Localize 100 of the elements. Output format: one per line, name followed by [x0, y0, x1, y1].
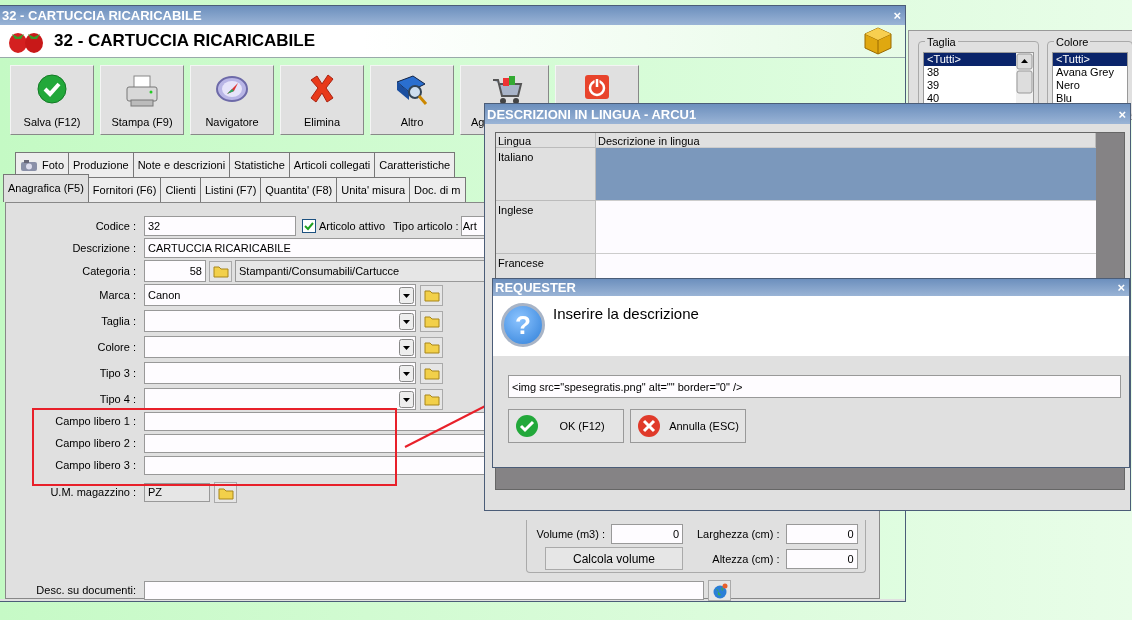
dropdown-field[interactable]: [144, 362, 416, 384]
compass-icon: [215, 74, 249, 104]
list-item[interactable]: <Tutti>: [924, 53, 1017, 66]
book-search-icon: [395, 74, 429, 106]
field-label: Tipo 4 :: [98, 391, 136, 407]
toolbar-button[interactable]: Elimina: [280, 65, 364, 135]
power-icon: [584, 74, 610, 100]
checkbox[interactable]: [302, 219, 316, 233]
folder-button[interactable]: [420, 388, 443, 410]
input-field[interactable]: <img src="spesegratis.png" alt="" border="0" />: [508, 375, 1121, 398]
help-icon: ?: [501, 303, 545, 347]
folder-button[interactable]: [214, 482, 237, 503]
input-field[interactable]: 58: [144, 260, 206, 282]
tab[interactable]: Produzione: [69, 152, 134, 177]
tab[interactable]: Doc. di m: [410, 177, 466, 202]
tab[interactable]: Caratteristiche: [375, 152, 456, 177]
folder-button[interactable]: [420, 284, 443, 306]
folder-button[interactable]: [209, 260, 232, 282]
folder-icon: [212, 264, 229, 278]
input-field[interactable]: 0: [611, 524, 683, 544]
tab[interactable]: Articoli collegati: [289, 152, 376, 177]
field-label: Tipo articolo :: [393, 218, 459, 234]
cube-icon: [863, 26, 893, 56]
table-cell[interactable]: [596, 201, 1096, 254]
table-cell: Inglese: [496, 201, 596, 254]
window-title: REQUESTER: [495, 279, 576, 297]
window-title: 32 - CARTUCCIA RICARICABILE: [2, 7, 202, 25]
list-item[interactable]: <Tutti>: [1053, 53, 1127, 66]
input-field[interactable]: 0: [785, 549, 858, 569]
folder-icon: [423, 288, 440, 302]
header-title: 32 - CARTUCCIA RICARICABILE: [54, 30, 315, 53]
column-header: Descrizione in lingua: [596, 133, 1096, 148]
field-label: Descrizione :: [71, 240, 136, 256]
toolbar-button[interactable]: Navigatore: [190, 65, 274, 135]
toolbar-button[interactable]: Salva (F12): [10, 65, 94, 135]
field-label: Colore :: [96, 339, 136, 355]
input-field[interactable]: [144, 581, 704, 600]
field-label: Taglia :: [100, 313, 136, 329]
checkbox-label: Articolo attivo: [319, 218, 386, 234]
folder-button[interactable]: [420, 310, 443, 332]
globe-icon: [711, 582, 728, 599]
input-field[interactable]: 32: [144, 216, 296, 236]
dialog-button[interactable]: Annulla (ESC): [630, 409, 746, 443]
dropdown-field[interactable]: [144, 336, 416, 358]
caret-icon: [399, 338, 414, 356]
folder-icon: [423, 340, 440, 354]
list-item[interactable]: Blu: [1053, 92, 1127, 105]
message: Inserire la descrizione: [553, 304, 699, 324]
tab[interactable]: Anagrafica (F5): [3, 174, 89, 202]
field-label: Volume (m3) :: [536, 526, 605, 542]
tab[interactable]: Unita' misura: [337, 177, 411, 202]
list-item[interactable]: 40: [924, 92, 1017, 105]
check-icon: [515, 414, 539, 438]
field-label: Tipo 3 :: [98, 365, 136, 381]
field-label: Larghezza (cm) :: [697, 526, 780, 542]
field-label: Campo libero 1 :: [54, 414, 136, 430]
folder-button[interactable]: [420, 336, 443, 358]
folder-icon: [423, 366, 440, 380]
caret-icon: [399, 364, 414, 382]
list-item[interactable]: Avana Grey: [1053, 66, 1127, 79]
field-label: Desc. su documenti:: [35, 583, 136, 599]
dialog-button[interactable]: OK (F12): [508, 409, 624, 443]
tab[interactable]: Fornitori (F6): [88, 177, 162, 202]
list-item[interactable]: 38: [924, 66, 1017, 79]
folder-icon: [423, 314, 440, 328]
dropdown-field[interactable]: [144, 388, 416, 410]
list-item[interactable]: Nero: [1053, 79, 1127, 92]
field-label: U.M. magazzino :: [49, 485, 136, 501]
field-label: Codice :: [94, 218, 136, 234]
dropdown-field[interactable]: [144, 310, 416, 332]
check-icon: [37, 74, 67, 104]
tab[interactable]: Note e descrizioni: [133, 152, 231, 177]
field-label: Campo libero 2 :: [54, 436, 136, 452]
input-field[interactable]: 0: [785, 524, 858, 544]
calculate-button[interactable]: Calcola volume: [545, 547, 683, 570]
toolbar-button[interactable]: Stampa (F9): [100, 65, 184, 135]
table-cell[interactable]: [596, 148, 1096, 201]
tab[interactable]: Statistiche: [230, 152, 290, 177]
field-label: Altezza (cm) :: [712, 551, 780, 567]
tab[interactable]: Clienti: [161, 177, 201, 202]
printer-icon: [124, 74, 160, 108]
caret-icon: [399, 312, 414, 330]
caret-icon: [399, 286, 414, 304]
tab[interactable]: Listini (F7): [200, 177, 262, 202]
globe-button[interactable]: [708, 580, 731, 601]
folder-icon: [217, 485, 234, 500]
folder-button[interactable]: [420, 362, 443, 384]
field-label: Categoria :: [81, 263, 136, 279]
table-cell: Italiano: [496, 148, 596, 201]
column-header: Lingua: [496, 133, 596, 148]
cancel-icon: [637, 414, 661, 438]
list-item[interactable]: 39: [924, 79, 1017, 92]
camera-icon: [20, 158, 38, 172]
tab[interactable]: Quantita' (F8): [261, 177, 338, 202]
field-label: Marca :: [98, 287, 136, 303]
toolbar-button[interactable]: Altro: [370, 65, 454, 135]
folder-icon: [423, 392, 440, 406]
field-label: Campo libero 3 :: [54, 458, 136, 474]
dropdown-field[interactable]: Canon: [144, 284, 416, 306]
caret-icon: [399, 390, 414, 408]
